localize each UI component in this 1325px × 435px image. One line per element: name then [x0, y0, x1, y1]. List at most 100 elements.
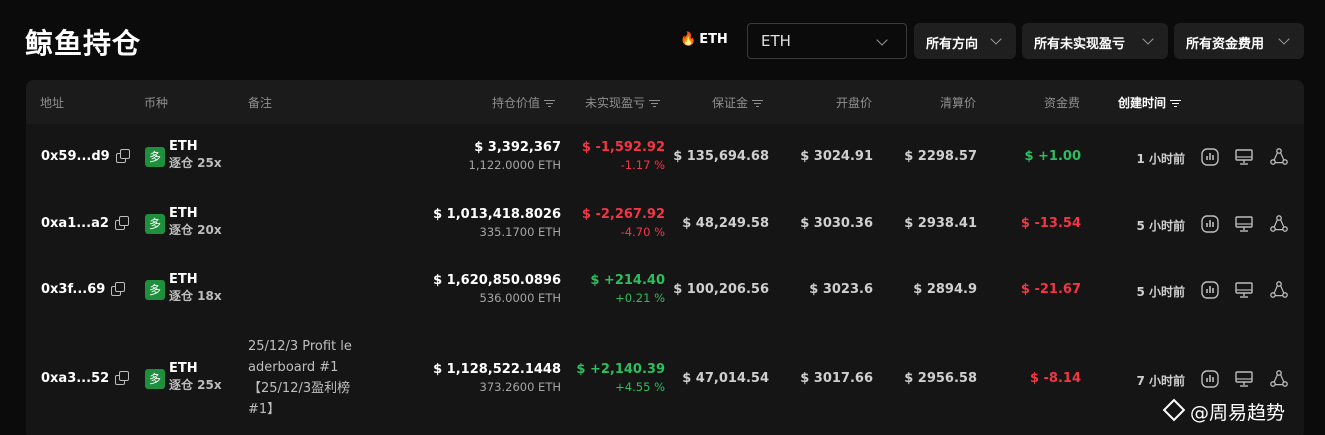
address-text[interactable]: 0x3f...69 — [41, 282, 105, 297]
pnl-percent: +0.21 % — [615, 291, 665, 305]
chevron-down-icon — [1278, 33, 1290, 45]
copy-icon[interactable] — [115, 370, 130, 385]
binance-logo-icon — [1162, 398, 1186, 422]
leverage-label: 逐仓 18x — [169, 289, 222, 303]
address-text[interactable]: 0x59...d9 — [41, 149, 110, 164]
chart-icon[interactable] — [1200, 369, 1220, 389]
col-unrealized-pnl[interactable]: 未实现盈亏 — [585, 94, 661, 111]
liq-price-cell: $ 2298.57 — [904, 149, 977, 164]
share-icon[interactable] — [1269, 369, 1289, 389]
col-created-time[interactable]: 创建时间 — [1118, 94, 1182, 111]
chart-icon[interactable] — [1200, 280, 1220, 300]
direction-dropdown[interactable]: 所有方向 — [914, 23, 1016, 59]
created-time-cell: 5 小时前 — [1136, 285, 1185, 299]
address-cell: 0x3f...69 — [41, 282, 126, 297]
pnl-value: $ +2,140.39 — [576, 361, 665, 377]
col-position-value-label: 持仓价值 — [492, 96, 541, 110]
coin-cell: ETH 逐仓 25x — [169, 139, 222, 171]
monitor-icon[interactable] — [1234, 280, 1254, 300]
chevron-down-icon — [1142, 33, 1154, 45]
sort-icon — [649, 99, 661, 108]
margin-cell: $ 135,694.68 — [673, 149, 769, 164]
chart-icon[interactable] — [1200, 214, 1220, 234]
liq-price-cell: $ 2956.58 — [904, 370, 977, 386]
col-position-value[interactable]: 持仓价值 — [492, 94, 556, 111]
coin-tag[interactable]: 🔥 ETH — [680, 32, 728, 47]
open-price-cell: $ 3030.36 — [800, 216, 873, 231]
position-size: 536.0000 ETH — [479, 291, 561, 305]
open-price-cell: $ 3024.91 — [800, 149, 873, 164]
funding-dropdown-label: 所有资金费用 — [1186, 37, 1265, 52]
margin-cell: $ 47,014.54 — [682, 370, 769, 386]
pnl-value: $ +214.40 — [590, 273, 665, 288]
pnl-cell: $ +2,140.39 +4.55 % — [576, 362, 665, 394]
coin-symbol: ETH — [169, 272, 198, 287]
address-text[interactable]: 0xa3...52 — [41, 371, 109, 386]
pnl-cell: $ +214.40 +0.21 % — [590, 273, 665, 305]
coin-select[interactable]: ETH — [747, 23, 907, 59]
open-price-cell: $ 3023.6 — [809, 282, 873, 297]
col-coin: 币种 — [144, 96, 169, 110]
pnl-dropdown[interactable]: 所有未实现盈亏 — [1022, 23, 1168, 59]
address-text[interactable]: 0xa1...a2 — [41, 216, 109, 231]
share-icon[interactable] — [1269, 280, 1289, 300]
share-icon[interactable] — [1269, 214, 1289, 234]
col-margin-label: 保证金 — [712, 96, 749, 110]
fire-icon: 🔥 — [680, 32, 697, 47]
pnl-percent: -1.17 % — [620, 158, 665, 172]
position-value: $ 1,620,850.0896 — [433, 273, 561, 288]
long-badge: 多 — [145, 368, 165, 389]
monitor-icon[interactable] — [1234, 369, 1254, 389]
col-created-time-label: 创建时间 — [1118, 96, 1167, 110]
pnl-percent: +4.55 % — [615, 379, 665, 394]
pnl-cell: $ -2,267.92 -4.70 % — [582, 207, 665, 239]
chevron-down-icon — [990, 33, 1002, 45]
col-margin[interactable]: 保证金 — [712, 94, 764, 111]
created-time-cell: 5 小时前 — [1136, 219, 1185, 233]
filter-bar: 🔥 ETH ETH 所有方向 所有未实现盈亏 所有资金费用 — [0, 23, 1325, 59]
col-open-price: 开盘价 — [836, 96, 873, 110]
long-badge: 多 — [145, 147, 165, 167]
chevron-down-icon — [876, 34, 888, 46]
table-header: 地址 币种 备注 持仓价值 未实现盈亏 保证金 开盘价 清算价 资金费 创建时间 — [26, 80, 1304, 124]
margin-cell: $ 48,249.58 — [682, 216, 769, 231]
monitor-icon[interactable] — [1234, 214, 1254, 234]
position-value-cell: $ 1,128,522.1448 373.2600 ETH — [433, 362, 561, 394]
chart-icon[interactable] — [1200, 147, 1220, 167]
position-size: 1,122.0000 ETH — [468, 158, 561, 172]
copy-icon[interactable] — [115, 149, 130, 163]
long-badge: 多 — [145, 280, 165, 300]
funding-fee-cell: $ -8.14 — [1029, 370, 1081, 386]
position-value-cell: $ 3,392,367 1,122.0000 ETH — [469, 140, 561, 172]
table-row: 0xa3...52 多 ETH 逐仓 25x 25/12/3 Profit le… — [26, 322, 1304, 435]
created-time-cell: 1 小时前 — [1136, 152, 1185, 166]
funding-dropdown[interactable]: 所有资金费用 — [1174, 23, 1304, 59]
coin-cell: ETH 逐仓 18x — [169, 272, 222, 304]
table-row: 0x3f...69 多 ETH 逐仓 18x $ 1,620,850.0896 … — [26, 257, 1304, 323]
pnl-dropdown-label: 所有未实现盈亏 — [1034, 37, 1126, 52]
note-cell: 25/12/3 Profit leaderboard #1【25/12/3盈利榜… — [248, 339, 352, 417]
copy-icon[interactable] — [111, 282, 126, 296]
monitor-icon[interactable] — [1234, 147, 1254, 167]
share-icon[interactable] — [1269, 147, 1289, 167]
col-unrealized-pnl-label: 未实现盈亏 — [585, 96, 646, 110]
leverage-label: 逐仓 25x — [169, 377, 222, 392]
watermark-text: @周易趋势 — [1190, 402, 1286, 424]
position-value: $ 3,392,367 — [474, 140, 561, 155]
liq-price-cell: $ 2938.41 — [904, 216, 977, 231]
pnl-value: $ -2,267.92 — [581, 207, 665, 222]
coin-cell: ETH 逐仓 20x — [169, 206, 222, 238]
sort-icon — [544, 99, 556, 108]
position-value-cell: $ 1,013,418.8026 335.1700 ETH — [433, 207, 561, 239]
watermark: @周易趋势 — [1162, 398, 1286, 425]
position-value-cell: $ 1,620,850.0896 536.0000 ETH — [433, 273, 561, 305]
leverage-label: 逐仓 25x — [169, 156, 222, 170]
col-liq-price: 清算价 — [940, 96, 977, 110]
liq-price-cell: $ 2894.9 — [913, 282, 977, 297]
leverage-label: 逐仓 20x — [169, 223, 222, 237]
sort-icon — [1170, 99, 1182, 108]
col-note: 备注 — [248, 96, 273, 110]
coin-symbol: ETH — [169, 206, 198, 221]
pnl-value: $ -1,592.92 — [581, 140, 665, 155]
copy-icon[interactable] — [114, 216, 129, 230]
